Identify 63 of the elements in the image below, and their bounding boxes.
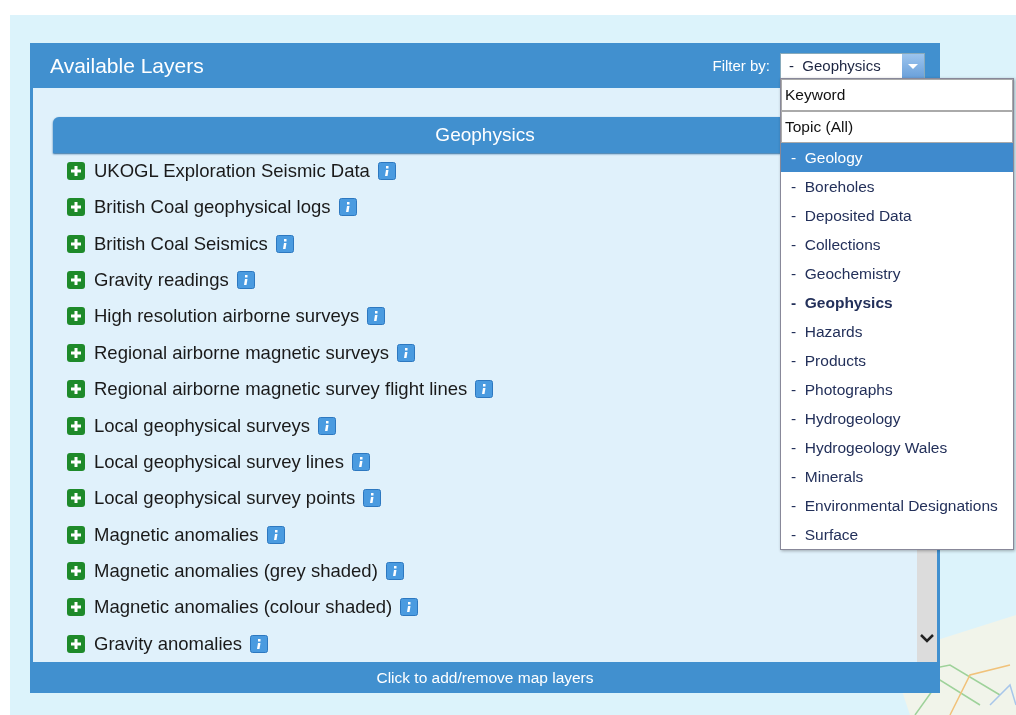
- filter-select[interactable]: - Geophysics: [780, 52, 925, 79]
- info-icon[interactable]: [385, 562, 404, 581]
- footer-hint: Click to add/remove map layers: [375, 667, 595, 688]
- info-icon[interactable]: [400, 598, 419, 617]
- dropdown-option[interactable]: - Hydrogeology Wales: [781, 433, 1013, 462]
- layer-name[interactable]: Local geophysical survey points: [94, 487, 356, 510]
- layer-name[interactable]: UKOGL Exploration Seismic Data: [94, 159, 370, 182]
- add-icon[interactable]: [66, 197, 86, 218]
- dropdown-option[interactable]: - Photographs: [781, 375, 1013, 404]
- info-icon[interactable]: [397, 343, 416, 362]
- info-icon[interactable]: [266, 525, 285, 544]
- info-icon[interactable]: [363, 489, 382, 508]
- layer-name[interactable]: Magnetic anomalies: [94, 523, 259, 546]
- layer-name[interactable]: British Coal geophysical logs: [94, 196, 331, 219]
- info-icon[interactable]: [367, 307, 386, 326]
- info-icon[interactable]: [236, 271, 255, 290]
- add-icon[interactable]: [66, 524, 86, 545]
- info-icon[interactable]: [351, 452, 370, 471]
- chevron-down-icon[interactable]: [919, 632, 935, 644]
- layer-name[interactable]: Gravity readings: [94, 269, 229, 292]
- add-icon[interactable]: [66, 451, 86, 472]
- dropdown-option[interactable]: - Products: [781, 346, 1013, 375]
- layer-name[interactable]: Regional airborne magnetic survey flight lines: [94, 378, 468, 401]
- info-icon[interactable]: [377, 161, 396, 180]
- layer-name[interactable]: Local geophysical survey lines: [94, 450, 344, 473]
- panel-title: Available Layers: [50, 53, 205, 78]
- info-icon[interactable]: [475, 380, 494, 399]
- add-icon[interactable]: [66, 160, 86, 181]
- add-icon[interactable]: [66, 342, 86, 363]
- info-icon[interactable]: [338, 198, 357, 217]
- add-icon[interactable]: [66, 379, 86, 400]
- dropdown-option[interactable]: - Collections: [781, 230, 1013, 259]
- info-icon[interactable]: [317, 416, 336, 435]
- dropdown-option[interactable]: - Hazards: [781, 317, 1013, 346]
- layer-name[interactable]: Gravity anomalies: [94, 632, 243, 655]
- dropdown-option[interactable]: Keyword: [781, 79, 1013, 111]
- layer-name[interactable]: Magnetic anomalies (grey shaded): [94, 560, 378, 583]
- add-icon[interactable]: [66, 270, 86, 291]
- add-icon[interactable]: [66, 561, 86, 582]
- add-icon[interactable]: [66, 633, 86, 654]
- dropdown-option[interactable]: - Geophysics: [781, 288, 1013, 317]
- add-icon[interactable]: [66, 233, 86, 254]
- dropdown-option[interactable]: - Surface: [781, 520, 1013, 549]
- add-icon[interactable]: [66, 597, 86, 618]
- dropdown-option[interactable]: - Geochemistry: [781, 259, 1013, 288]
- layer-name[interactable]: Local geophysical surveys: [94, 414, 310, 437]
- dropdown-option[interactable]: - Boreholes: [781, 172, 1013, 201]
- info-icon[interactable]: [275, 234, 294, 253]
- dropdown-option[interactable]: - Geology: [781, 143, 1013, 172]
- dropdown-option[interactable]: Topic (All): [781, 111, 1013, 143]
- add-icon[interactable]: [66, 415, 86, 436]
- layer-name[interactable]: British Coal Seismics: [94, 232, 268, 255]
- dropdown-option[interactable]: - Deposited Data: [781, 201, 1013, 230]
- dropdown-option[interactable]: - Hydrogeology: [781, 404, 1013, 433]
- add-icon[interactable]: [66, 306, 86, 327]
- layer-name[interactable]: Regional airborne magnetic surveys: [94, 341, 390, 364]
- dropdown-option[interactable]: - Environmental Designations: [781, 491, 1013, 520]
- info-icon[interactable]: [250, 634, 269, 653]
- dropdown-option[interactable]: - Minerals: [781, 462, 1013, 491]
- layer-name[interactable]: Magnetic anomalies (colour shaded): [94, 596, 393, 619]
- add-icon[interactable]: [66, 488, 86, 509]
- layer-name[interactable]: High resolution airborne surveys: [94, 305, 360, 328]
- filter-label: Filter by:: [712, 57, 770, 74]
